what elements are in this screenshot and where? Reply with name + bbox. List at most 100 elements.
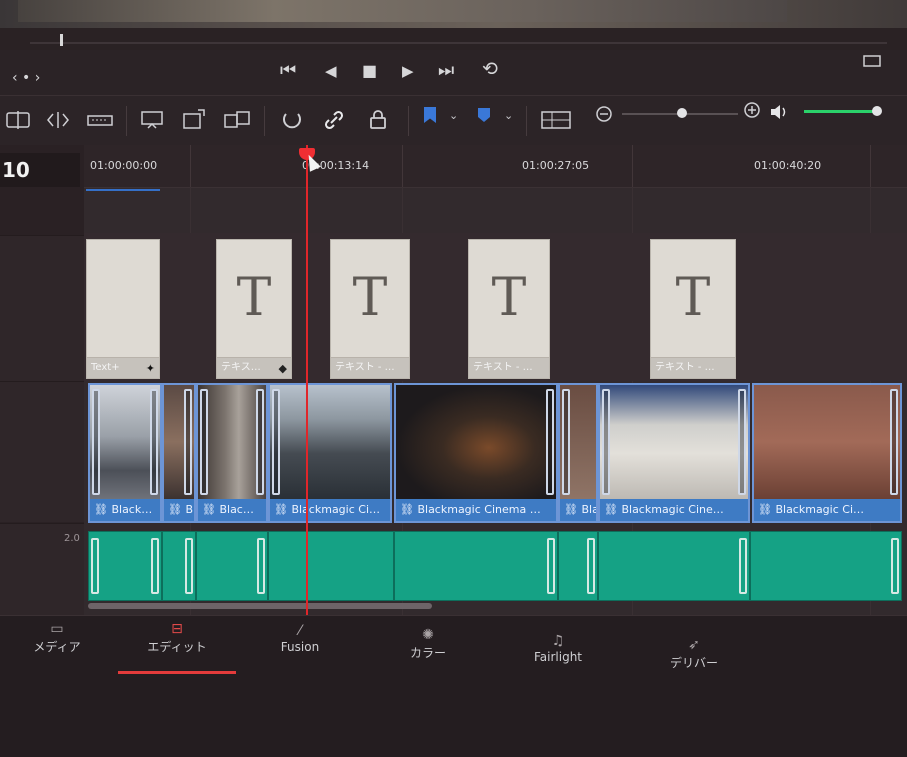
viewer-scrubber[interactable] <box>0 28 907 50</box>
full-extent-zoom-icon[interactable] <box>540 108 572 132</box>
replace-clip-icon[interactable] <box>222 108 252 132</box>
text-clip-title: テキスト - … <box>651 357 735 378</box>
timeline-ruler[interactable]: 01:00:00:00 01:00:13:14 01:00:27:05 01:0… <box>84 145 907 188</box>
position-lock-icon[interactable] <box>366 108 390 132</box>
video-clip[interactable]: ⛓ Blackmagic Cine… <box>598 383 750 523</box>
deliver-icon: ➶ <box>688 637 700 653</box>
zoom-slider-knob[interactable] <box>677 108 687 118</box>
page-tab-edit[interactable]: ⊟ エディット <box>118 616 236 674</box>
overwrite-clip-icon[interactable] <box>180 108 208 132</box>
playhead-line[interactable] <box>306 145 308 615</box>
marker-icon[interactable] <box>476 106 492 124</box>
track-header-v2[interactable] <box>0 235 84 382</box>
speaker-icon[interactable] <box>768 102 792 122</box>
video-clip[interactable]: ⛓ Blac… <box>196 383 268 523</box>
text-clip[interactable]: T テキスト - … <box>468 239 550 379</box>
loop-button[interactable]: ⟲ <box>482 59 498 79</box>
viewer-image-strip <box>0 0 907 28</box>
text-clip-title: テキスト - … <box>469 357 549 378</box>
linked-selection-icon[interactable] <box>322 108 346 132</box>
video-clip[interactable]: ⛓ Bl… <box>162 383 196 523</box>
audio-clip[interactable] <box>394 531 558 601</box>
zoom-out-icon[interactable] <box>594 104 614 124</box>
audio-channel-label: 2.0 <box>64 533 80 544</box>
chevron-down-icon[interactable]: ⌄ <box>449 109 458 122</box>
audio-clip[interactable] <box>162 531 196 601</box>
insert-clip-icon[interactable] <box>138 108 166 132</box>
clip-trim-handle[interactable] <box>92 389 100 495</box>
clip-thumbnail <box>754 385 900 499</box>
page-tab-fusion[interactable]: ⁄ Fusion <box>268 618 332 676</box>
clip-thumbnail <box>600 385 748 499</box>
page-tab-label: デリバー <box>669 656 718 670</box>
video-clip[interactable]: ⛓ Blackmagic Ci… <box>268 383 392 523</box>
color-icon: ✺ <box>422 627 434 643</box>
video-clip[interactable]: ⛓ Black… <box>88 383 162 523</box>
page-tab-color[interactable]: ✺ カラー <box>396 622 460 680</box>
text-clip[interactable]: Text+ ✦ <box>86 239 160 379</box>
play-button[interactable]: ▶ <box>402 61 414 81</box>
text-clip-glyph: T <box>491 268 527 328</box>
audio-clip[interactable] <box>598 531 750 601</box>
flag-icon[interactable] <box>424 107 436 123</box>
page-tab-label: カラー <box>409 646 446 660</box>
clip-trim-handle[interactable] <box>738 389 746 495</box>
audio-clip[interactable] <box>88 531 162 601</box>
page-tab-label: エディット <box>147 640 207 654</box>
clip-name: ⛓ Blackmagic Ci… <box>270 499 390 521</box>
go-to-last-frame-button[interactable]: ⏭ <box>438 61 454 81</box>
track-header-v1[interactable] <box>0 381 84 522</box>
audio-clip[interactable] <box>196 531 268 601</box>
text-clip-glyph: T <box>236 268 272 328</box>
dynamic-trim-icon[interactable] <box>44 108 72 132</box>
video-clip[interactable]: ⛓ Bla… <box>558 383 598 523</box>
page-tab-label: メディア <box>33 640 81 654</box>
clip-trim-handle[interactable] <box>272 389 280 495</box>
clip-trim-handle[interactable] <box>184 389 192 495</box>
page-tab-deliver[interactable]: ➶ デリバー <box>654 632 734 690</box>
clip-name: ⛓ Black… <box>90 499 160 521</box>
play-reverse-button[interactable]: ◀ <box>325 61 337 81</box>
blade-edit-icon[interactable] <box>86 108 114 132</box>
clip-trim-handle[interactable] <box>562 389 570 495</box>
text-clip-glyph: T <box>352 268 388 328</box>
timeline[interactable]: 01:00:00:00 01:00:13:14 01:00:27:05 01:0… <box>84 145 907 615</box>
audio-clip[interactable] <box>558 531 598 601</box>
clip-trim-handle[interactable] <box>546 389 554 495</box>
edit-icon: ⊟ <box>171 621 183 637</box>
text-clip[interactable]: T テキスト - … <box>650 239 736 379</box>
page-tab-label: Fusion <box>280 640 320 654</box>
stop-button[interactable]: ■ <box>362 61 377 81</box>
fullscreen-icon[interactable] <box>860 52 884 70</box>
audio-clip[interactable] <box>268 531 394 601</box>
zoom-in-icon[interactable] <box>742 100 762 120</box>
edit-toolbar: ⌄ ⌄ <box>0 95 907 146</box>
scrubber-handle[interactable] <box>60 34 63 46</box>
timecode-display: 10 <box>0 153 80 187</box>
scrubber-track[interactable] <box>30 42 887 44</box>
page-tab-fairlight[interactable]: ♫ Fairlight <box>522 628 594 686</box>
clip-trim-handle[interactable] <box>890 389 898 495</box>
clip-nav-buttons[interactable]: ‹ • › <box>12 68 40 88</box>
timeline-horizontal-scrollbar[interactable] <box>88 603 432 609</box>
video-clip[interactable]: ⛓ Blackmagic Cinema … <box>394 383 558 523</box>
trim-edit-mode-icon[interactable] <box>4 108 32 132</box>
go-to-first-frame-button[interactable]: ⏮ <box>280 61 296 81</box>
chevron-down-icon[interactable]: ⌄ <box>504 109 513 122</box>
transport-controls: ‹ • › ⏮ ◀ ■ ▶ ⏭ ⟲ <box>0 50 907 95</box>
snapping-icon[interactable] <box>280 108 304 132</box>
page-tab-media[interactable]: ▭ メディア <box>24 616 90 674</box>
video-clip[interactable]: ⛓ Blackmagic Ci… <box>752 383 902 523</box>
diamond-icon: ◆ <box>278 362 287 375</box>
clip-trim-handle[interactable] <box>602 389 610 495</box>
page-navigation-bar: ▭ メディア ⊟ エディット ⁄ Fusion ✺ カラー ♫ Fairligh… <box>0 615 907 757</box>
clip-name: ⛓ Blac… <box>198 499 266 521</box>
clip-trim-handle[interactable] <box>256 389 264 495</box>
clip-trim-handle[interactable] <box>200 389 208 495</box>
text-clip[interactable]: T テキスト - … <box>330 239 410 379</box>
volume-slider[interactable] <box>804 110 878 113</box>
audio-clip[interactable] <box>750 531 902 601</box>
clip-trim-handle[interactable] <box>150 389 158 495</box>
text-clip[interactable]: T テキス… ◆ <box>216 239 292 379</box>
volume-slider-knob[interactable] <box>872 106 882 116</box>
